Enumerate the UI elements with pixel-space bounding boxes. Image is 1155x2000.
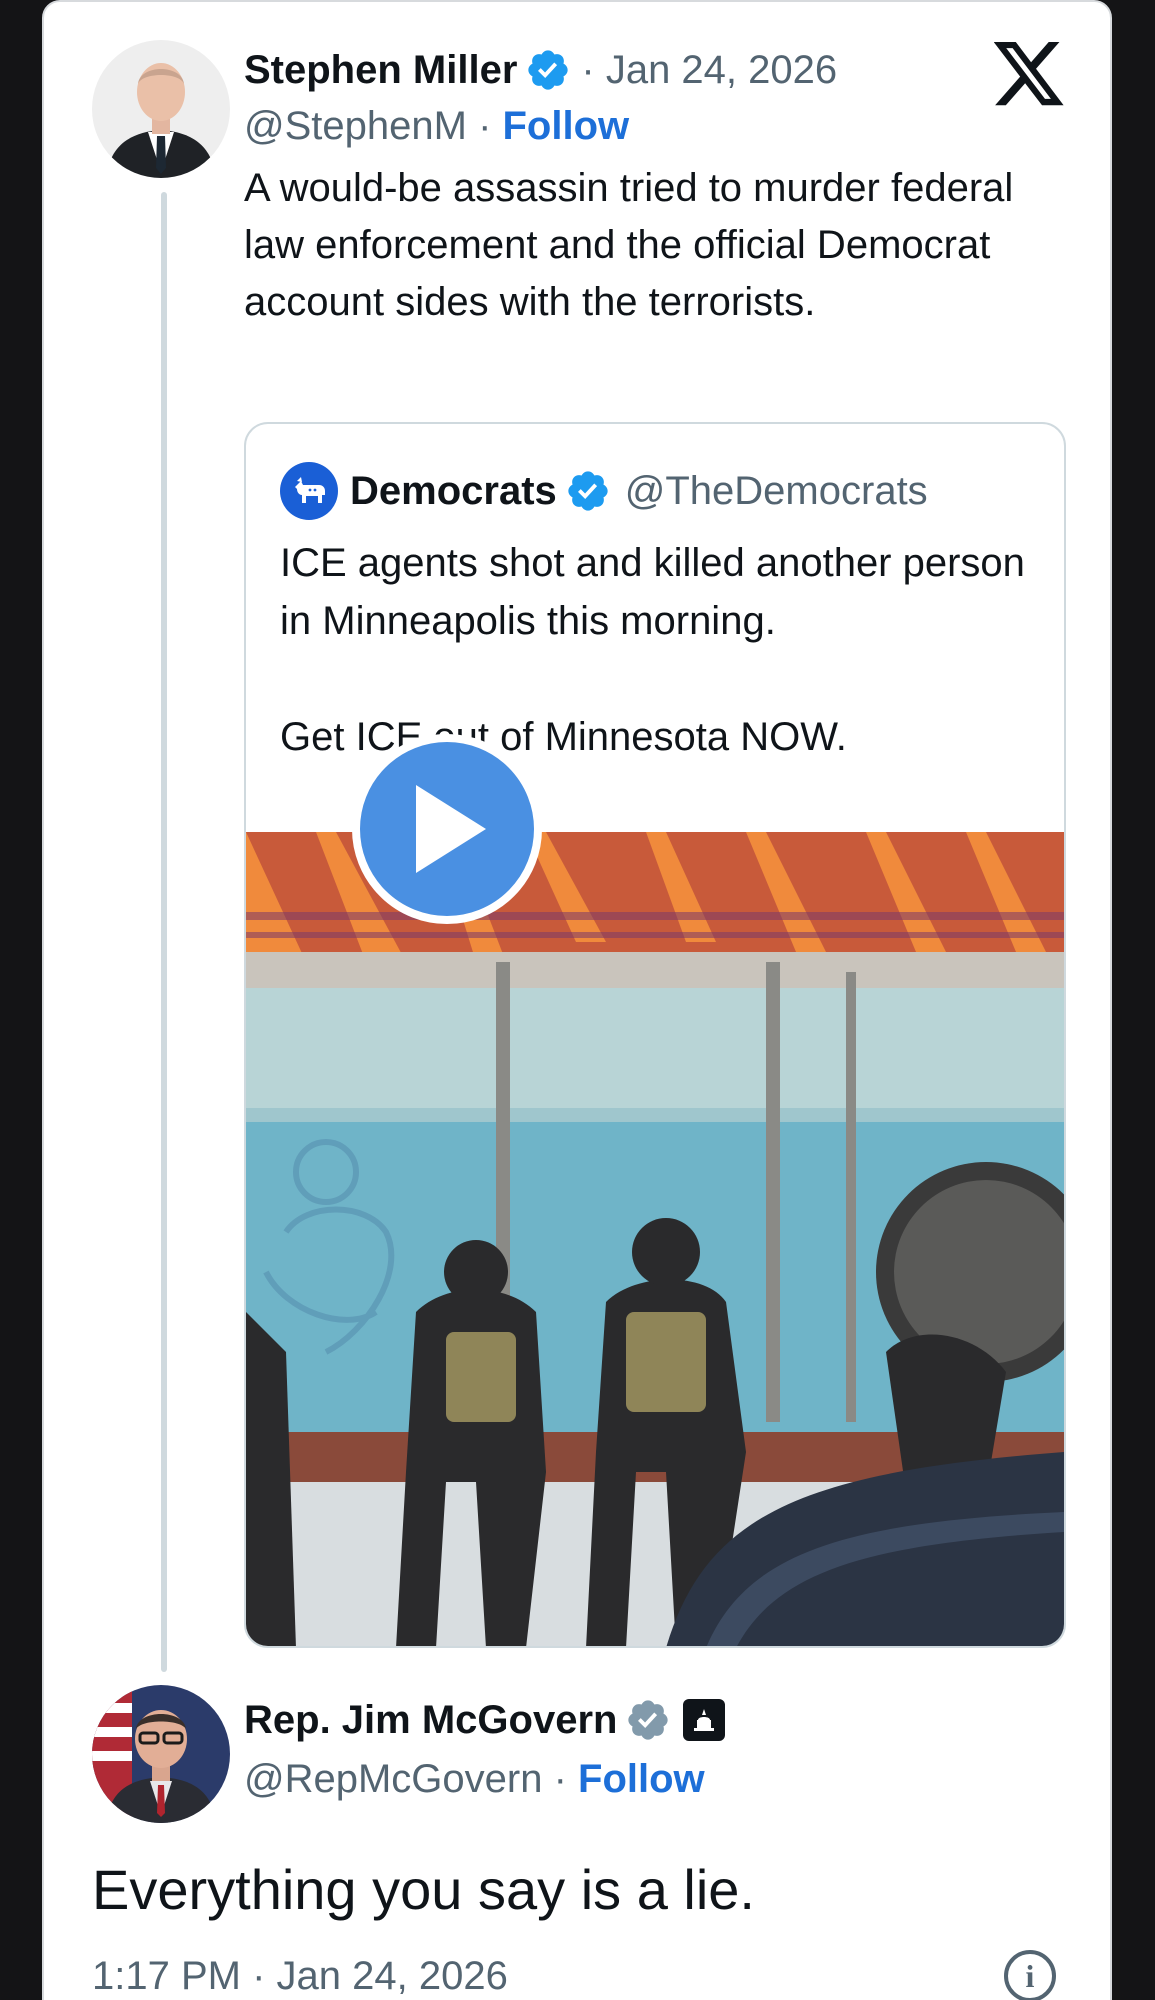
separator-dot: · — [542, 1757, 579, 1801]
x-logo-icon[interactable] — [994, 42, 1066, 108]
quoted-author-name[interactable]: Democrats — [350, 469, 557, 514]
original-tweet-header: Stephen Miller · Jan 24, 2026 — [244, 42, 837, 98]
capitol-icon — [683, 1699, 726, 1741]
follow-button[interactable]: Follow — [503, 104, 630, 148]
quoted-text-line: ICE agents shot and killed another perso… — [280, 541, 1025, 643]
play-button[interactable] — [352, 734, 542, 924]
follow-button[interactable]: Follow — [578, 1757, 705, 1801]
quoted-tweet-header: Democrats @TheDemocrats — [280, 462, 928, 520]
quoted-tweet-text: ICE agents shot and killed another perso… — [280, 534, 1040, 766]
verified-badge-icon — [568, 471, 608, 511]
verified-badge-icon — [528, 50, 569, 90]
reply-handle-row: @RepMcGovern · Follow — [244, 1757, 705, 1802]
video-thumbnail[interactable] — [246, 832, 1064, 1646]
play-icon — [416, 785, 486, 873]
author-handle[interactable]: @StephenM — [244, 104, 467, 148]
verified-badge-gray-icon — [628, 1700, 669, 1740]
jim-mcgovern-avatar[interactable] — [92, 1685, 230, 1823]
info-glyph: i — [1025, 1958, 1035, 1994]
reply-timestamp[interactable]: 1:17 PM · Jan 24, 2026 — [92, 1954, 508, 1999]
reply-tweet-text: Everything you say is a lie. — [92, 1858, 755, 1921]
thread-connector-line — [161, 192, 167, 1672]
reply-tweet-header: Rep. Jim McGovern — [244, 1692, 726, 1748]
author-name[interactable]: Rep. Jim McGovern — [244, 1698, 617, 1743]
tweet-card: Stephen Miller · Jan 24, 2026 @StephenM … — [42, 0, 1112, 2000]
quoted-tweet-card[interactable]: Democrats @TheDemocrats ICE agents shot … — [244, 422, 1066, 1648]
author-handle[interactable]: @RepMcGovern — [244, 1757, 542, 1801]
info-icon[interactable]: i — [1004, 1950, 1056, 2000]
author-name[interactable]: Stephen Miller — [244, 48, 517, 93]
original-handle-row: @StephenM · Follow — [244, 104, 629, 149]
post-date[interactable]: · Jan 24, 2026 — [581, 48, 837, 93]
donkey-icon[interactable] — [280, 462, 338, 520]
original-tweet-text: A would-be assassin tried to murder fede… — [244, 166, 1014, 324]
stephen-miller-avatar[interactable] — [92, 40, 230, 178]
separator-dot: · — [466, 104, 503, 148]
quoted-author-handle[interactable]: @TheDemocrats — [625, 469, 928, 514]
